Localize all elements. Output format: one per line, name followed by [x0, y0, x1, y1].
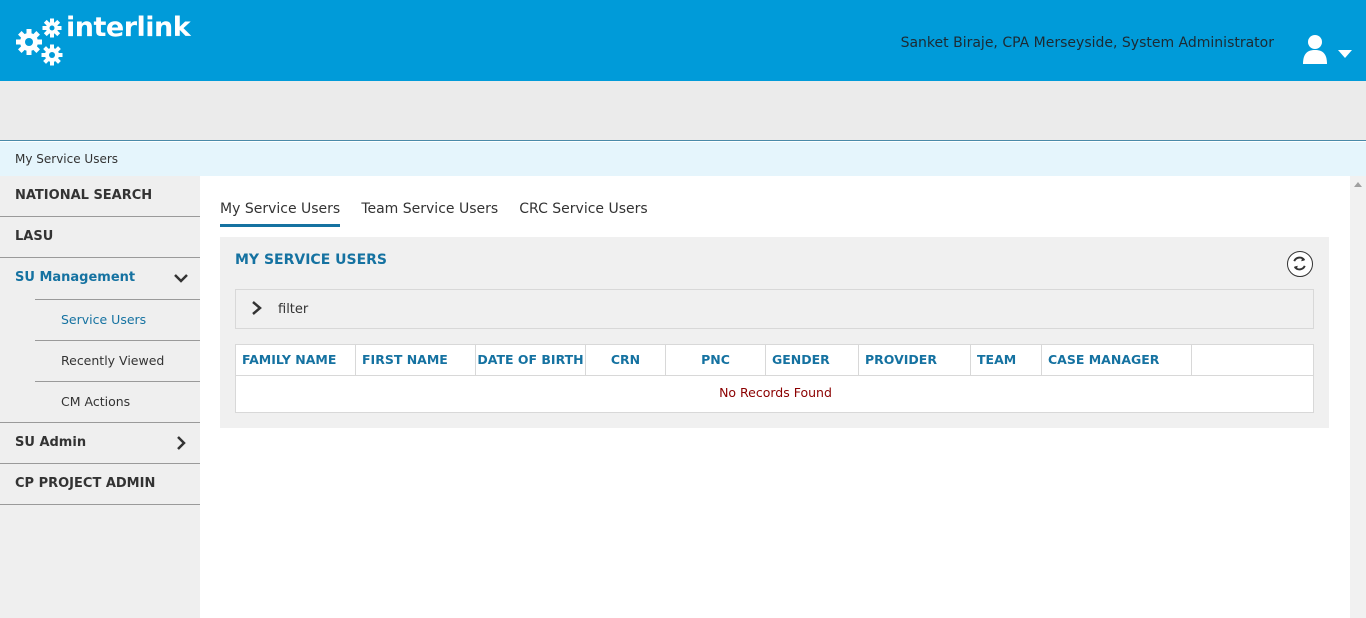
sidebar-item-label: SU Management — [15, 270, 136, 285]
sidebar-item-cp-project-admin[interactable]: CP PROJECT ADMIN — [0, 464, 200, 505]
breadcrumb: My Service Users — [15, 152, 119, 166]
column-header-crn[interactable]: CRN — [586, 345, 666, 376]
empty-table-message: No Records Found — [719, 385, 832, 400]
refresh-button[interactable] — [1287, 251, 1313, 277]
top-header: interlink Sanket Biraje, CPA Merseyside,… — [0, 0, 1366, 81]
user-info: Sanket Biraje, CPA Merseyside, System Ad… — [900, 35, 1274, 51]
sidebar-item-su-management[interactable]: SU Management — [0, 258, 200, 299]
service-users-panel: MY SERVICE USERS filter FAMILY NAME FIRS… — [220, 237, 1329, 428]
sidebar-item-national-search[interactable]: NATIONAL SEARCH — [0, 176, 200, 217]
gears-icon — [16, 18, 63, 66]
scroll-up-arrow-icon[interactable] — [1354, 182, 1362, 187]
toolbar-area — [0, 81, 1366, 141]
tab-crc-service-users[interactable]: CRC Service Users — [519, 201, 647, 224]
column-header-pnc[interactable]: PNC — [666, 345, 766, 376]
column-header-first-name[interactable]: FIRST NAME — [356, 345, 476, 376]
sidebar-item-label: CP PROJECT ADMIN — [15, 476, 156, 491]
refresh-icon — [1293, 256, 1306, 271]
su-management-submenu: Service Users Recently Viewed CM Actions — [0, 299, 200, 423]
page-scrollbar[interactable] — [1350, 176, 1366, 618]
sidebar-item-label: LASU — [15, 229, 54, 244]
chevron-right-icon — [252, 301, 262, 315]
logo-text: interlink — [66, 12, 191, 43]
sidebar-item-su-admin[interactable]: SU Admin — [0, 423, 200, 464]
column-header-case-manager[interactable]: CASE MANAGER — [1042, 345, 1192, 376]
chevron-right-icon[interactable] — [174, 436, 188, 450]
filter-toggle[interactable]: filter — [235, 289, 1314, 329]
interlink-logo[interactable]: interlink — [14, 10, 191, 70]
column-header-team[interactable]: TEAM — [971, 345, 1042, 376]
sidebar-item-label: NATIONAL SEARCH — [15, 188, 153, 203]
sidebar-subitem-recently-viewed[interactable]: Recently Viewed — [35, 340, 200, 381]
sidebar-subitem-service-users[interactable]: Service Users — [35, 299, 200, 340]
table-header: FAMILY NAME FIRST NAME DATE OF BIRTH CRN… — [236, 345, 1313, 376]
sidebar: NATIONAL SEARCH LASU SU Management Servi… — [0, 176, 200, 618]
service-users-table: FAMILY NAME FIRST NAME DATE OF BIRTH CRN… — [235, 344, 1314, 413]
sidebar-subitem-cm-actions[interactable]: CM Actions — [35, 381, 200, 422]
column-header-actions — [1192, 345, 1313, 376]
tab-my-service-users[interactable]: My Service Users — [220, 201, 341, 227]
sidebar-item-lasu[interactable]: LASU — [0, 217, 200, 258]
user-menu-caret-icon[interactable] — [1338, 50, 1352, 58]
column-header-date-of-birth[interactable]: DATE OF BIRTH — [476, 345, 586, 376]
filter-label: filter — [278, 302, 309, 317]
tab-team-service-users[interactable]: Team Service Users — [361, 201, 498, 224]
column-header-family-name[interactable]: FAMILY NAME — [236, 345, 356, 376]
main-content: My Service Users Team Service Users CRC … — [200, 176, 1350, 618]
user-avatar-icon[interactable] — [1302, 33, 1328, 65]
sidebar-item-label: SU Admin — [15, 435, 87, 450]
chevron-down-icon[interactable] — [174, 271, 188, 285]
tab-bar: My Service Users Team Service Users CRC … — [220, 198, 664, 228]
column-header-gender[interactable]: GENDER — [766, 345, 859, 376]
column-header-provider[interactable]: PROVIDER — [859, 345, 971, 376]
breadcrumb-bar: My Service Users — [0, 142, 1366, 176]
panel-title: MY SERVICE USERS — [235, 252, 388, 268]
